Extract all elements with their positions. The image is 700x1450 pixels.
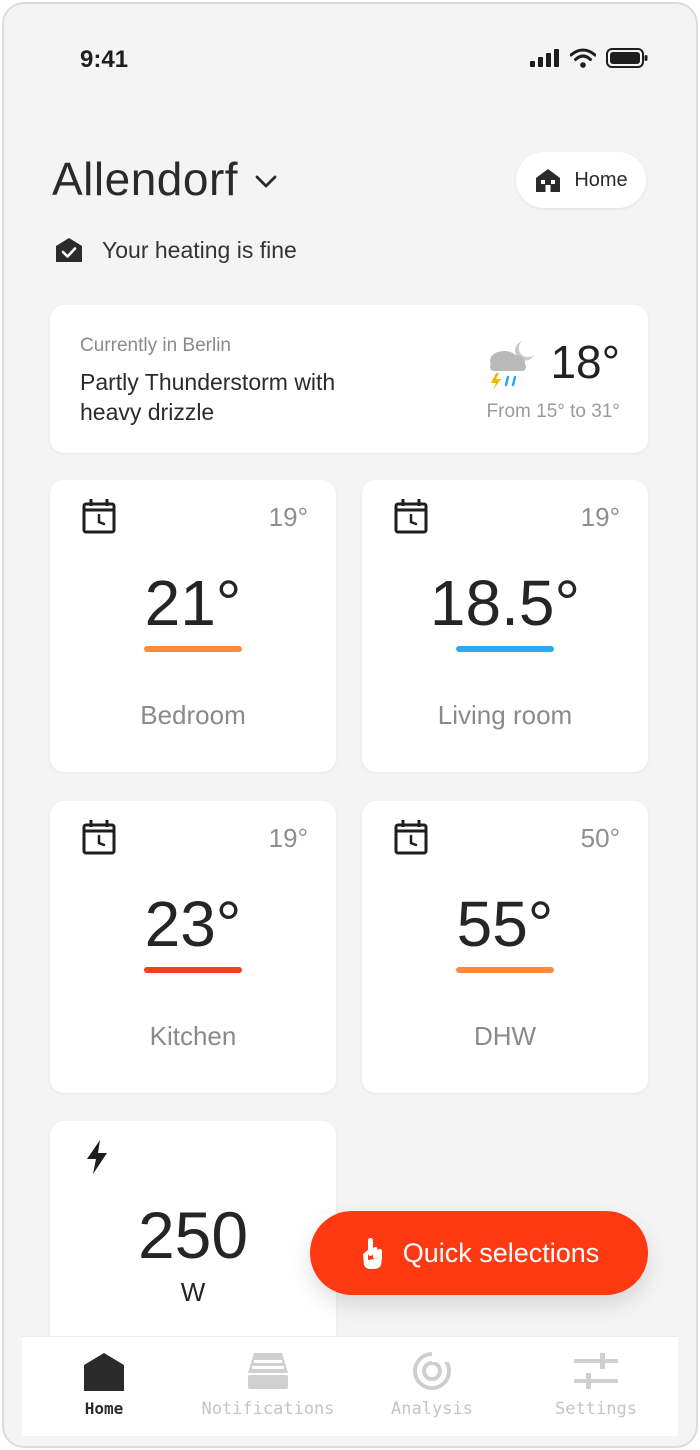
wifi-icon — [570, 48, 596, 68]
status-icons — [530, 48, 648, 68]
room-tile-dhw[interactable]: 50° 55° DHW — [362, 801, 648, 1093]
settings-sliders-icon — [574, 1353, 618, 1389]
home-chip-label: Home — [574, 168, 628, 191]
room-temperature: 23° — [144, 888, 242, 960]
nav-item-settings[interactable]: Settings — [514, 1337, 678, 1436]
nav-label: Analysis — [391, 1399, 473, 1419]
hand-pointer-icon — [362, 1238, 382, 1269]
room-setpoint: 19° — [268, 823, 308, 853]
room-setpoint: 50° — [580, 823, 620, 853]
weather-range: From 15° to 31° — [486, 401, 620, 422]
home-mode-chip[interactable]: Home — [516, 152, 646, 208]
house-check-icon — [56, 238, 82, 262]
temperature-indicator-bar — [144, 646, 242, 652]
quick-selections-button[interactable]: Quick selections — [310, 1211, 648, 1295]
room-tile-bedroom[interactable]: 19° 21° Bedroom — [50, 480, 336, 772]
schedule-icon — [82, 820, 116, 855]
location-name: Allendorf — [52, 153, 239, 205]
room-name: Kitchen — [149, 1021, 237, 1051]
room-temperature: 55° — [456, 888, 554, 960]
status-time: 9:41 — [80, 46, 129, 73]
notifications-icon — [248, 1353, 288, 1389]
location-selector[interactable]: Allendorf — [52, 152, 278, 206]
nav-label: Notifications — [201, 1399, 335, 1419]
weather-card[interactable]: Currently in Berlin Partly Thunderstorm … — [50, 305, 648, 453]
thunderstorm-night-icon — [490, 341, 534, 390]
heating-status-text: Your heating is fine — [102, 236, 297, 263]
room-temperature: 18.5° — [429, 567, 581, 639]
bottom-nav: Home Notifications Analysis Settings — [22, 1336, 678, 1436]
room-name: Living room — [437, 700, 573, 730]
nav-label: Settings — [555, 1399, 637, 1419]
analysis-icon — [413, 1352, 452, 1390]
weather-location: Currently in Berlin — [80, 335, 231, 356]
room-tile-kitchen[interactable]: 19° 23° Kitchen — [50, 801, 336, 1093]
temperature-indicator-bar — [456, 646, 554, 652]
schedule-icon — [82, 499, 116, 534]
nav-item-analysis[interactable]: Analysis — [350, 1337, 514, 1436]
schedule-icon — [394, 499, 428, 534]
house-icon — [536, 169, 561, 192]
room-setpoint: 19° — [580, 502, 620, 532]
room-temperature: 21° — [144, 567, 242, 639]
nav-item-notifications[interactable]: Notifications — [186, 1337, 350, 1436]
power-unit: W — [180, 1277, 206, 1307]
temperature-indicator-bar — [144, 967, 242, 973]
nav-item-home[interactable]: Home — [22, 1337, 186, 1436]
room-setpoint: 19° — [268, 502, 308, 532]
room-name: DHW — [473, 1021, 537, 1051]
power-value: 250 — [137, 1198, 249, 1272]
home-icon — [84, 1353, 124, 1391]
quick-selections-label: Quick selections — [402, 1237, 600, 1268]
room-tile-living-room[interactable]: 19° 18.5° Living room — [362, 480, 648, 772]
schedule-icon — [394, 820, 428, 855]
signal-icon — [530, 49, 559, 67]
room-name: Bedroom — [140, 700, 246, 730]
battery-icon — [606, 48, 648, 68]
weather-description: Partly Thunderstorm with heavy drizzle — [80, 369, 336, 425]
temperature-indicator-bar — [456, 967, 554, 973]
heating-status: Your heating is fine — [54, 236, 297, 264]
weather-temperature: 18° — [550, 336, 620, 388]
nav-label: Home — [84, 1399, 124, 1418]
chevron-down-icon — [255, 175, 277, 188]
app-screen: 9:41 Allendorf Home Your heating is fine… — [2, 2, 698, 1448]
bolt-icon — [87, 1140, 107, 1174]
